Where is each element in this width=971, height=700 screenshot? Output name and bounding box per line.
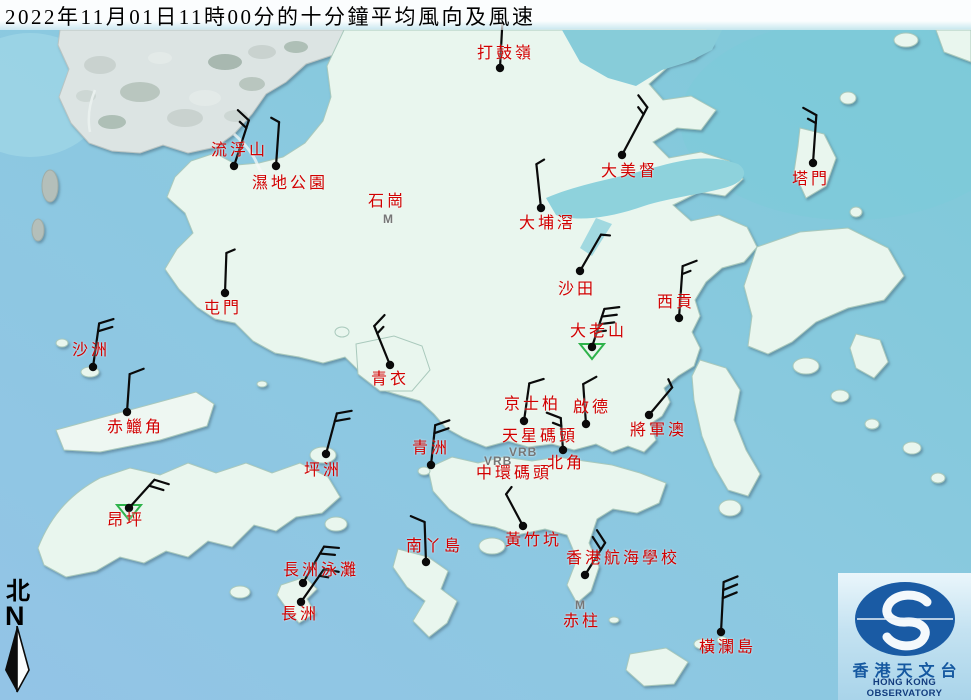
hko-logo-icon: [838, 573, 971, 657]
station-dot: [125, 504, 133, 512]
station-dot: [230, 162, 238, 170]
wind-barb: [230, 110, 249, 170]
wind-barb: [717, 576, 738, 636]
station-dot: [496, 64, 504, 72]
station-dot: [221, 289, 229, 297]
station-dot: [588, 343, 596, 351]
station-dot: [89, 363, 97, 371]
station-dot: [520, 417, 528, 425]
wind-barb: [89, 319, 114, 371]
wind-barb: [297, 569, 339, 606]
north-arrow-icon: [4, 626, 32, 694]
station-dot: [519, 522, 527, 530]
wind-barb: [221, 250, 235, 298]
wind-barb: [803, 108, 817, 167]
station-dot: [322, 450, 330, 458]
station-dot: [717, 628, 725, 636]
wind-barb: [581, 530, 605, 579]
station-dot: [645, 411, 653, 419]
wind-barb: [322, 411, 352, 458]
wind-barb-layer: [0, 0, 971, 700]
wind-barb: [520, 379, 544, 425]
wind-barb: [576, 235, 610, 276]
map-title: 2022年11月01日11時00分的十分鐘平均風向及風速: [5, 1, 535, 31]
station-dot: [386, 361, 394, 369]
station-dot: [272, 162, 280, 170]
wind-barb: [374, 315, 394, 369]
wind-barb: [299, 547, 339, 588]
station-dot: [422, 558, 430, 566]
wind-barb: [547, 413, 567, 454]
wind-barb: [123, 369, 144, 416]
wind-barb: [117, 480, 169, 520]
station-dot: [581, 571, 589, 579]
north-label-latin: N: [5, 604, 42, 628]
station-dot: [618, 151, 626, 159]
station-dot: [559, 446, 567, 454]
wind-barb: [582, 377, 597, 428]
wind-barb: [427, 420, 450, 469]
hko-logo: 香港天文台 HONG KONG OBSERVATORY: [838, 573, 971, 700]
station-dot: [297, 598, 305, 606]
wind-barb: [675, 261, 697, 322]
wind-barb: [618, 95, 648, 159]
wind-barb: [506, 487, 527, 530]
north-indicator: 北 N: [2, 580, 42, 700]
wind-barb: [580, 307, 619, 359]
wind-barb: [536, 160, 545, 213]
station-dot: [582, 420, 590, 428]
wind-map-screen: 打鼓嶺流浮山濕地公園石崗M大埔滘大美督塔門沙田西貢大老山屯門沙洲赤鱲角青衣京士柏…: [0, 0, 971, 700]
station-dot: [123, 408, 131, 416]
station-dot: [809, 159, 817, 167]
wind-barb: [645, 379, 672, 419]
station-dot: [427, 461, 435, 469]
hko-logo-english: HONG KONG OBSERVATORY: [838, 677, 971, 699]
station-dot: [299, 579, 307, 587]
wind-barb: [271, 118, 280, 170]
title-bar: 2022年11月01日11時00分的十分鐘平均風向及風速: [0, 0, 971, 30]
station-dot: [675, 314, 683, 322]
wind-barb: [411, 516, 430, 566]
station-dot: [576, 267, 584, 275]
station-dot: [537, 204, 545, 212]
